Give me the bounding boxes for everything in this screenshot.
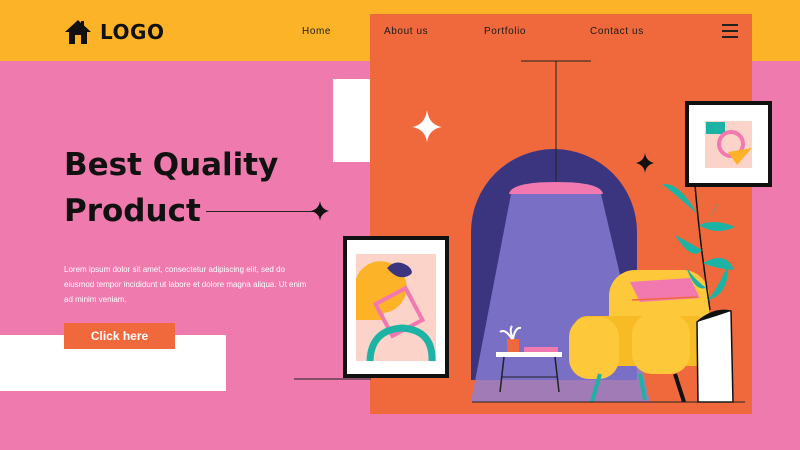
framed-artwork-right [685,101,772,187]
sparkle-icon [636,153,654,173]
landing-page: LOGO Home About us Portfolio Contact us … [0,0,800,450]
sparkle-icon [412,110,442,142]
interior-illustration [294,60,772,403]
sparkle-icon [311,201,329,221]
framed-artwork-left [343,236,449,378]
